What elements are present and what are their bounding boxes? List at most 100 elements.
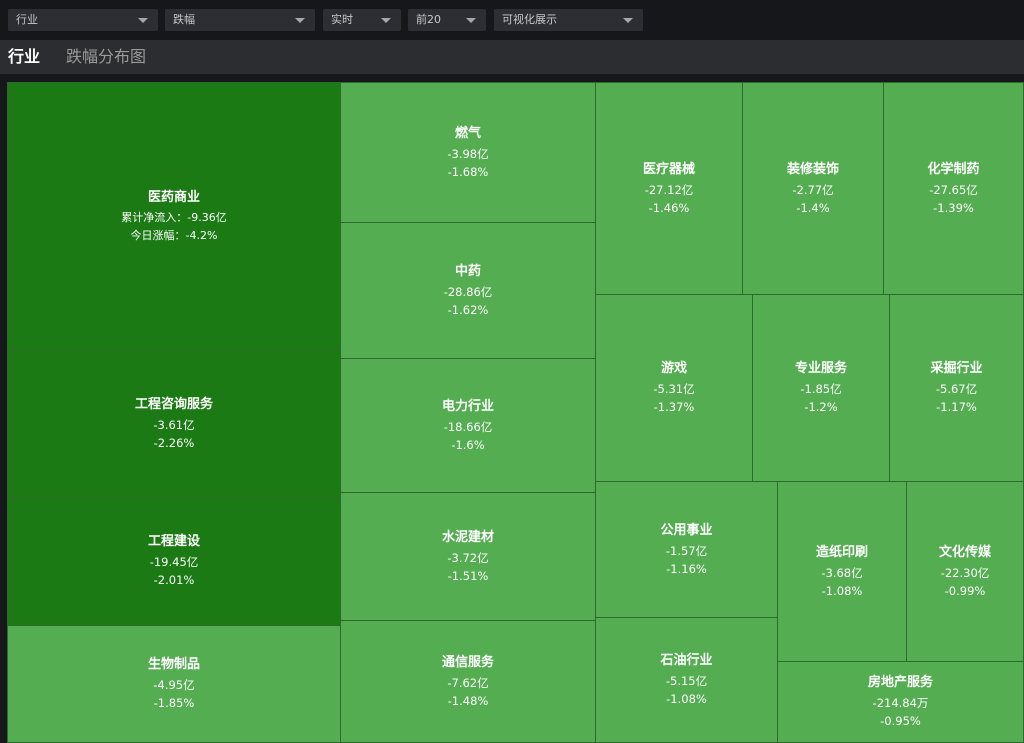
tile-net-inflow: 累计净流入：-9.36亿 (121, 211, 227, 224)
tile-name: 生物制品 (147, 657, 200, 672)
category-select-value: 行业 (16, 13, 38, 26)
tile-name: 公用事业 (660, 522, 713, 538)
tile-change: -1.68% (447, 164, 489, 179)
tile-name: 燃气 (454, 125, 481, 141)
tile-change: -1.51% (447, 568, 489, 583)
topn-select[interactable]: 前20 (408, 9, 486, 31)
tile-name: 石油行业 (660, 653, 713, 668)
period-select-value: 实时 (331, 13, 353, 26)
industry-treemap: 医药商业累计净流入：-9.36亿 今日涨幅：-4.2% 工程咨询服务 -3.61亿 -2… (0, 74, 1024, 743)
tile-change: -1.85% (153, 696, 195, 710)
tile-name: 化学制药 (927, 161, 980, 177)
tile-change: -2.01% (153, 573, 195, 587)
treemap-tile[interactable]: 化学制药 -27.65亿 -1.39% (883, 82, 1024, 295)
treemap-tile[interactable]: 医疗器械 -27.12亿 -1.46% (595, 82, 743, 295)
display-mode-select[interactable]: 可视化展示 (494, 9, 643, 31)
tab-bar: 行业 跌幅分布图 (0, 40, 1024, 74)
treemap-tile[interactable]: 文化传媒 -22.30亿 -0.99% (906, 481, 1024, 662)
tile-net-inflow: -19.45亿 (149, 555, 199, 569)
treemap-tile[interactable]: 生物制品 -4.95亿 -1.85% (7, 625, 341, 743)
tile-change: -1.17% (936, 400, 977, 414)
treemap-tile[interactable]: 石油行业 -5.15亿 -1.08% (595, 617, 778, 743)
tile-net-inflow: -28.86亿 (443, 284, 493, 299)
treemap-tile[interactable]: 通信服务 -7.62亿 -1.48% (340, 620, 596, 743)
tile-change: -1.4% (796, 200, 830, 215)
tile-net-inflow: -4.95亿 (153, 678, 195, 692)
tile-change: -1.08% (821, 583, 863, 598)
treemap-tile[interactable]: 燃气 -3.98亿 -1.68% (340, 82, 596, 223)
tile-name: 医药商业 (147, 190, 200, 205)
chevron-down-icon (466, 18, 476, 23)
tile-change: -1.37% (653, 400, 695, 414)
tile-change: -1.2% (804, 400, 838, 414)
tile-net-inflow: -3.72亿 (447, 550, 489, 565)
tile-name: 装修装饰 (786, 161, 839, 177)
treemap-tile[interactable]: 水泥建材 -3.72亿 -1.51% (340, 492, 596, 621)
tile-net-inflow: -5.67亿 (935, 382, 978, 396)
tile-net-inflow: -5.31亿 (653, 382, 695, 396)
tab-industry[interactable]: 行业 (8, 47, 40, 67)
tile-net-inflow: -1.85亿 (800, 382, 842, 396)
tile-net-inflow: -214.84万 (872, 696, 929, 710)
tile-name: 通信服务 (441, 654, 494, 670)
tile-change: -1.39% (933, 200, 974, 215)
tile-net-inflow: -3.98亿 (447, 146, 489, 161)
tile-name: 专业服务 (794, 361, 847, 376)
tile-name: 中药 (454, 263, 481, 279)
tile-change: -2.26% (153, 436, 195, 450)
sort-select[interactable]: 跌幅 (165, 9, 315, 31)
tile-change: -1.08% (666, 692, 707, 706)
tile-change: -1.16% (666, 561, 707, 576)
chevron-down-icon (381, 18, 391, 23)
tile-name: 医疗器械 (642, 161, 695, 177)
treemap-tile[interactable]: 工程建设 -19.45亿 -2.01% (7, 496, 341, 626)
category-select[interactable]: 行业 (8, 9, 158, 31)
tile-name: 电力行业 (441, 398, 494, 414)
tile-change: -0.95% (880, 714, 921, 728)
tile-change: -1.48% (447, 693, 489, 708)
treemap-tile[interactable]: 造纸印刷 -3.68亿 -1.08% (777, 481, 907, 662)
treemap-tile[interactable]: 房地产服务 -214.84万 -0.95% (777, 661, 1024, 743)
tile-change: -0.99% (944, 583, 986, 598)
period-select[interactable]: 实时 (323, 9, 401, 31)
tile-net-inflow: -3.68亿 (821, 565, 863, 580)
tile-name: 工程建设 (147, 534, 200, 549)
chevron-down-icon (138, 18, 148, 23)
treemap-tile[interactable]: 医药商业累计净流入：-9.36亿 今日涨幅：-4.2% (7, 82, 341, 352)
treemap-tile[interactable]: 中药 -28.86亿 -1.62% (340, 222, 596, 359)
treemap-tile[interactable]: 装修装饰 -2.77亿 -1.4% (742, 82, 884, 295)
tile-name: 房地产服务 (867, 675, 933, 690)
tile-name: 工程咨询服务 (134, 397, 213, 412)
tile-net-inflow: -27.12亿 (644, 182, 694, 197)
tile-change: -1.6% (451, 437, 485, 452)
tile-net-inflow: -18.66亿 (443, 419, 493, 434)
treemap-tile[interactable]: 工程咨询服务 -3.61亿 -2.26% (7, 351, 341, 497)
display-mode-select-value: 可视化展示 (502, 13, 557, 26)
tile-change: -1.46% (648, 200, 690, 215)
tile-name: 游戏 (660, 361, 687, 376)
filter-toolbar: 行业 跌幅 实时 前20 可视化展示 (0, 0, 1024, 40)
tile-net-inflow: -27.65亿 (929, 182, 978, 197)
treemap-tile[interactable]: 专业服务 -1.85亿 -1.2% (752, 294, 890, 482)
tile-change: -1.62% (447, 302, 489, 317)
treemap-tile[interactable]: 电力行业 -18.66亿 -1.6% (340, 358, 596, 493)
treemap-tile[interactable]: 公用事业 -1.57亿 -1.16% (595, 481, 778, 618)
tile-name: 造纸印刷 (815, 544, 868, 560)
tile-net-inflow: -22.30亿 (940, 565, 990, 580)
topn-select-value: 前20 (416, 13, 441, 26)
tile-net-inflow: -5.15亿 (665, 674, 708, 688)
treemap-tile[interactable]: 采掘行业 -5.67亿 -1.17% (889, 294, 1024, 482)
chevron-down-icon (295, 18, 305, 23)
treemap-tile[interactable]: 游戏 -5.31亿 -1.37% (595, 294, 753, 482)
tile-net-inflow: -2.77亿 (792, 182, 834, 197)
sort-select-value: 跌幅 (173, 13, 195, 26)
tile-net-inflow: -3.61亿 (153, 418, 195, 432)
tile-change: 今日涨幅：-4.2% (130, 229, 218, 242)
tile-name: 文化传媒 (938, 544, 991, 560)
chevron-down-icon (623, 18, 633, 23)
tile-name: 水泥建材 (441, 529, 494, 545)
tab-decline-distribution[interactable]: 跌幅分布图 (66, 47, 146, 67)
tile-name: 采掘行业 (930, 361, 983, 376)
tile-net-inflow: -1.57亿 (665, 543, 708, 558)
tile-net-inflow: -7.62亿 (447, 675, 489, 690)
